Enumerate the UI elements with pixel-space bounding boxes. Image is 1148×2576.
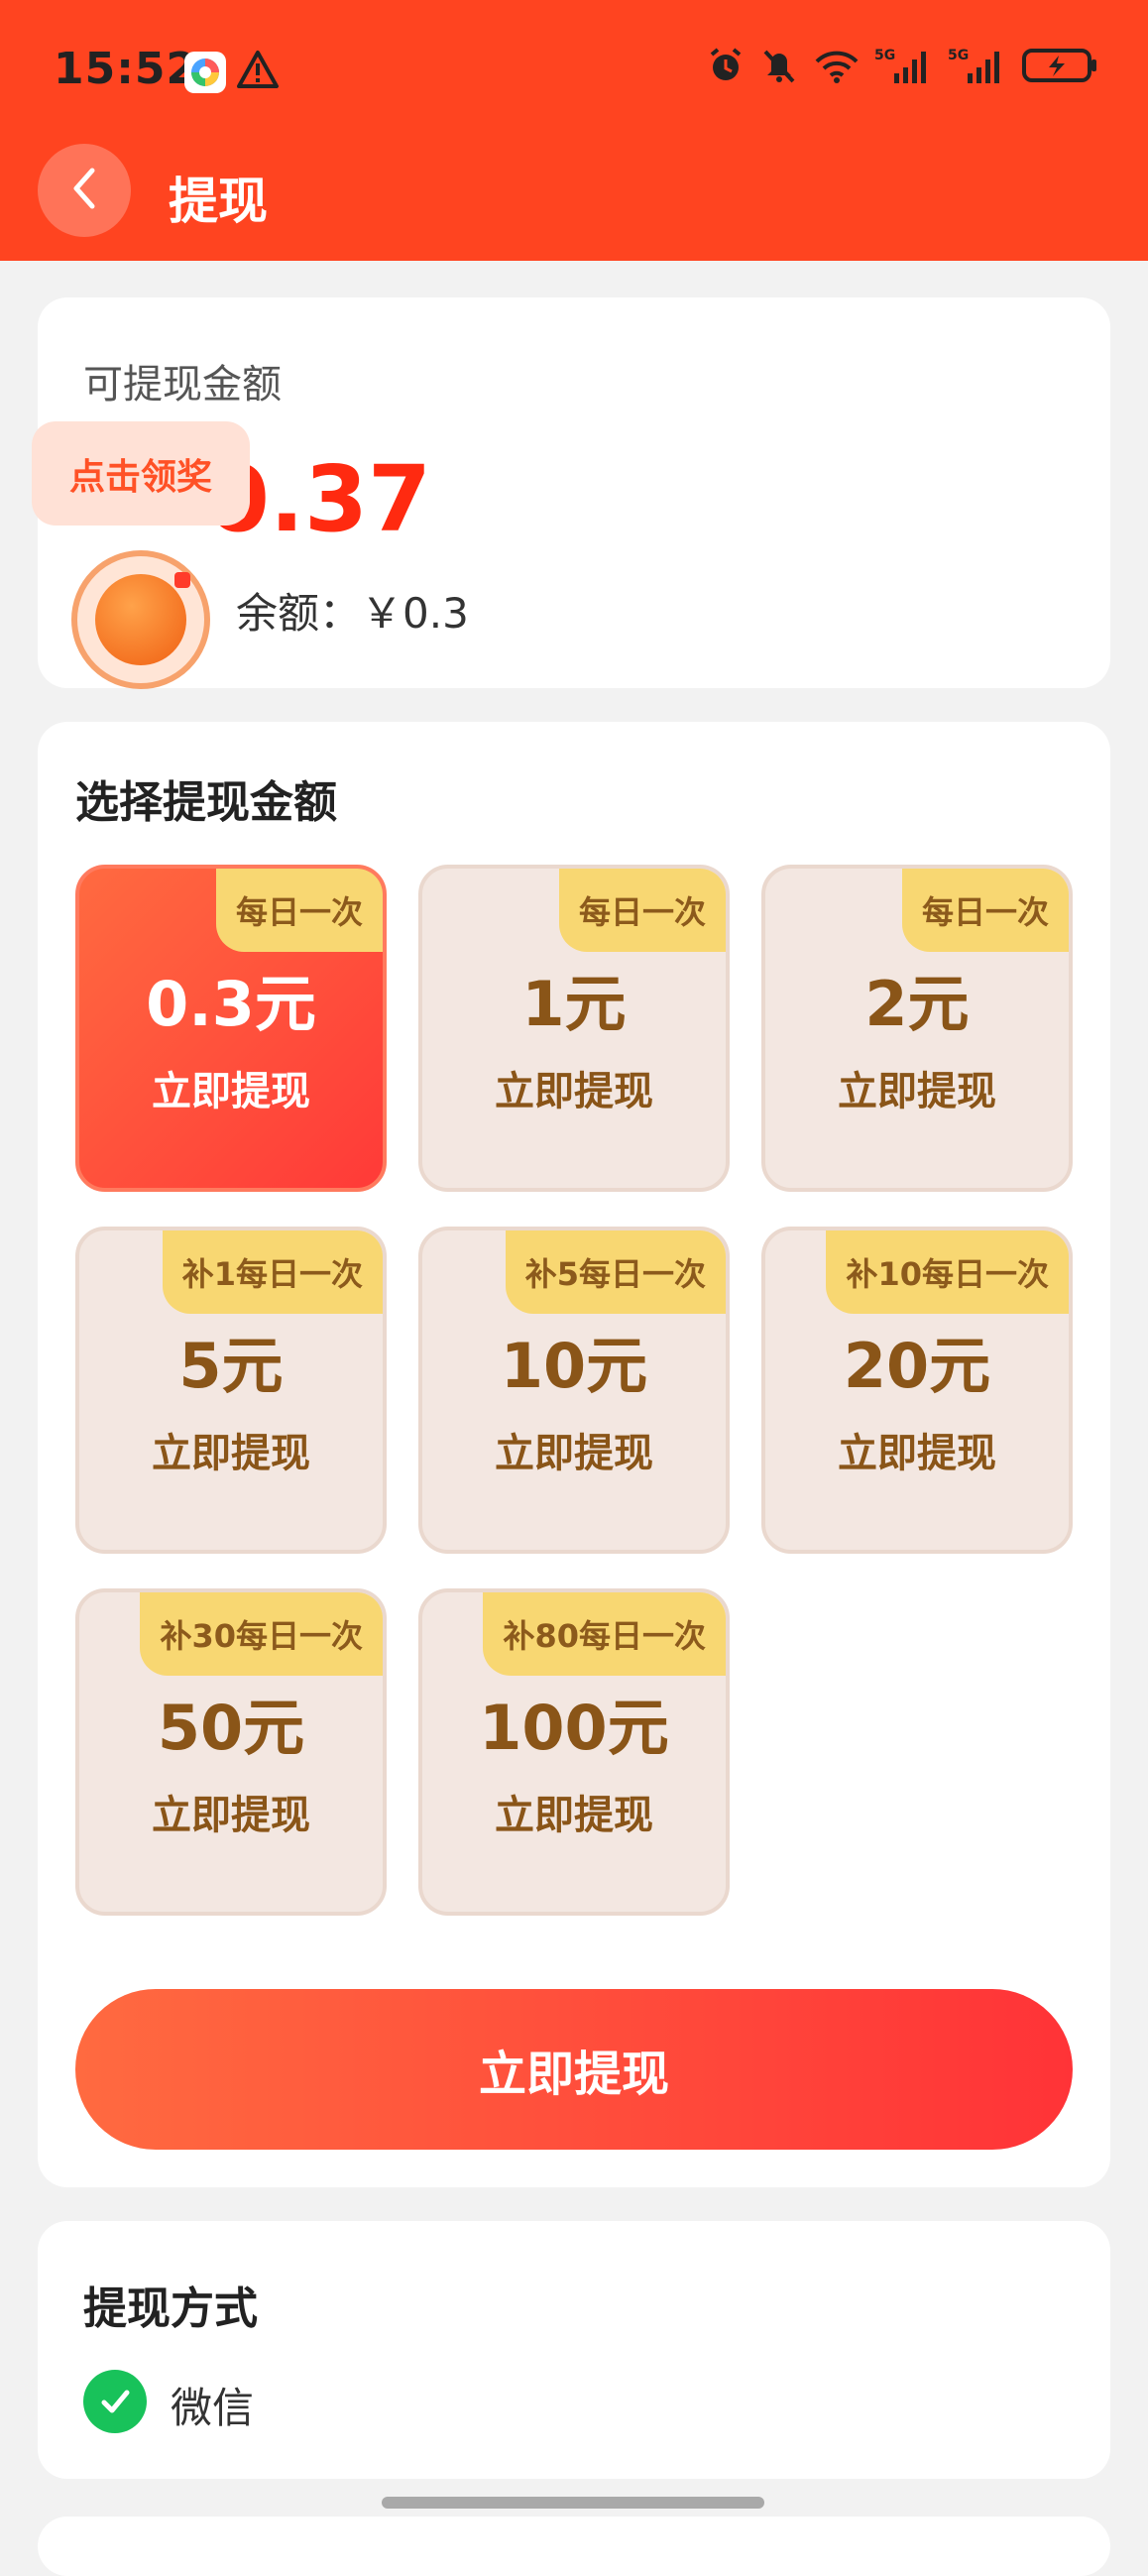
battery-charging-icon (1021, 46, 1100, 89)
amount-value: 50元 (157, 1692, 305, 1764)
balance-label: 可提现金额 (83, 362, 282, 408)
amount-option[interactable]: 补5每日一次 10元 立即提现 (418, 1227, 730, 1554)
amount-action: 立即提现 (495, 1431, 653, 1476)
amount-value: 2元 (864, 968, 970, 1040)
amount-tag: 补5每日一次 (505, 1230, 726, 1314)
amount-tag: 补30每日一次 (140, 1592, 383, 1676)
network-label-2: 5G (948, 48, 969, 63)
header: 15:52 5G 5G 提现 (0, 0, 1148, 261)
alarm-icon (706, 46, 746, 89)
amount-value: 1元 (521, 968, 627, 1040)
amount-selection-card: 选择提现金额 每日一次 0.3元 立即提现 每日一次 1元 立即提现 每日一次 … (38, 722, 1110, 2187)
amount-action: 立即提现 (152, 1793, 310, 1838)
warning-icon (236, 50, 280, 93)
status-time: 15:52 (54, 44, 198, 94)
signal-5g-icon: 5G (874, 46, 934, 89)
amount-tag: 每日一次 (558, 869, 726, 952)
amount-action: 立即提现 (838, 1069, 996, 1114)
app-icon (184, 52, 226, 93)
amount-option[interactable]: 每日一次 2元 立即提现 (761, 865, 1073, 1192)
reward-orb-icon[interactable] (71, 550, 210, 689)
balance-sub-label: 余额：￥0.3 (236, 589, 469, 638)
amount-tag: 补1每日一次 (162, 1230, 383, 1314)
amount-value: 0.3元 (146, 968, 316, 1040)
amount-option[interactable]: 每日一次 0.3元 立即提现 (75, 865, 387, 1192)
amount-value: 100元 (479, 1692, 669, 1764)
section-title: 选择提现金额 (75, 777, 337, 828)
signal-5g-icon: 5G (948, 46, 1007, 89)
home-indicator[interactable] (382, 2497, 764, 2509)
amount-action: 立即提现 (495, 1069, 653, 1114)
amount-tag: 每日一次 (901, 869, 1069, 952)
amount-option[interactable]: 补30每日一次 50元 立即提现 (75, 1588, 387, 1916)
amount-tag: 每日一次 (215, 869, 383, 952)
amount-action: 立即提现 (838, 1431, 996, 1476)
nav-bar: 提现 (0, 144, 1148, 261)
amount-action: 立即提现 (495, 1793, 653, 1838)
reward-claim-button[interactable]: 点击领奖 (32, 421, 250, 526)
amount-value: 20元 (843, 1330, 991, 1402)
amount-tag: 补80每日一次 (483, 1592, 726, 1676)
amount-value: 10元 (500, 1330, 648, 1402)
status-bar: 15:52 5G 5G (0, 0, 1148, 144)
amount-option[interactable]: 补10每日一次 20元 立即提现 (761, 1227, 1073, 1554)
wifi-icon (813, 46, 861, 89)
amount-action: 立即提现 (152, 1069, 310, 1114)
chevron-left-icon (64, 165, 104, 216)
withdraw-button[interactable]: 立即提现 (75, 1989, 1073, 2150)
mute-icon (759, 46, 799, 89)
amount-option[interactable]: 补1每日一次 5元 立即提现 (75, 1227, 387, 1554)
network-label-1: 5G (874, 48, 895, 63)
amount-tag: 补10每日一次 (826, 1230, 1069, 1314)
method-title: 提现方式 (83, 2283, 258, 2334)
method-option-wechat[interactable]: 微信 (171, 2375, 254, 2435)
check-circle-icon[interactable] (83, 2370, 147, 2433)
amount-action: 立即提现 (152, 1431, 310, 1476)
back-button[interactable] (38, 144, 131, 237)
withdraw-method-card: 提现方式 微信 (38, 2221, 1110, 2479)
amount-option[interactable]: 每日一次 1元 立即提现 (418, 865, 730, 1192)
page-title: 提现 (169, 173, 268, 230)
next-card (38, 2517, 1110, 2576)
amount-option[interactable]: 补80每日一次 100元 立即提现 (418, 1588, 730, 1916)
amount-value: 5元 (178, 1330, 284, 1402)
